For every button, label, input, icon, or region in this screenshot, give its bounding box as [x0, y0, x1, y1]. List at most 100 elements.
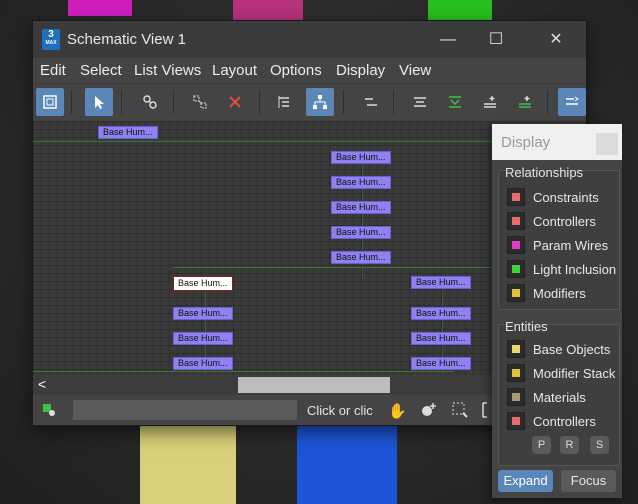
menu-bar: Edit Select List Views Layout Options Di…	[33, 58, 586, 83]
select-children-button[interactable]	[476, 88, 504, 116]
schematic-node[interactable]: Base Hum...	[411, 332, 471, 345]
schematic-node[interactable]: Base Hum...	[411, 307, 471, 320]
scrollbar-thumb[interactable]	[238, 377, 390, 393]
swatch-color	[512, 289, 520, 297]
toggle-label: Modifiers	[533, 285, 586, 301]
maximize-button[interactable]: ☐	[473, 21, 519, 58]
toolbar-separator	[343, 90, 344, 114]
scroll-left-arrow[interactable]: <	[38, 376, 46, 392]
toolbar	[33, 83, 586, 121]
entity-controllers-toggle[interactable]: Controllers	[507, 411, 596, 431]
toggle-label: Controllers	[533, 213, 596, 229]
display-floater-button[interactable]	[36, 88, 64, 116]
swatch-color	[512, 265, 520, 273]
toggle-label: Modifier Stack	[533, 365, 616, 381]
display-panel-title-bar[interactable]: Display	[492, 124, 622, 160]
light-inclusion-toggle[interactable]: Light Inclusion	[507, 259, 616, 279]
tree-icon	[313, 95, 327, 109]
references-mode-button[interactable]	[306, 88, 334, 116]
swatch-color	[512, 369, 520, 377]
swatch-color	[512, 217, 520, 225]
cursor-arrow-icon	[95, 96, 104, 109]
toggle-label: Materials	[533, 389, 586, 405]
modifiers-toggle[interactable]: Modifiers	[507, 283, 586, 303]
delete-objects-button[interactable]	[221, 88, 249, 116]
color-swatch	[507, 388, 525, 406]
zoom-icon[interactable]	[420, 401, 438, 422]
preferences-button[interactable]	[558, 88, 586, 116]
r-filter-button[interactable]: R	[560, 436, 579, 454]
swatch-color	[512, 193, 520, 201]
move-children-button[interactable]	[356, 88, 384, 116]
materials-toggle[interactable]: Materials	[507, 387, 586, 407]
swatch-color	[512, 417, 520, 425]
zoom-region-icon[interactable]	[451, 401, 469, 422]
modifier-stack-toggle[interactable]: Modifier Stack	[507, 363, 615, 383]
p-filter-button[interactable]: P	[532, 436, 551, 454]
lock-selection-icon[interactable]	[42, 403, 56, 417]
menu-select[interactable]: Select	[80, 62, 122, 79]
toolbar-separator	[121, 90, 122, 114]
menu-layout[interactable]: Layout	[212, 62, 257, 79]
toolbar-separator	[259, 90, 260, 114]
base-objects-toggle[interactable]: Base Objects	[507, 339, 610, 359]
param-wires-toggle[interactable]: Param Wires	[507, 235, 608, 255]
schematic-node[interactable]: Base Hum...	[98, 126, 158, 139]
schematic-node[interactable]: Base Hum...	[173, 357, 233, 370]
status-prompt: Click or clic	[307, 403, 373, 418]
color-swatch	[507, 212, 525, 230]
color-swatch	[507, 260, 525, 278]
delete-x-icon	[229, 96, 241, 108]
schematic-node[interactable]: Base Hum...	[331, 151, 391, 164]
selected-schematic-node[interactable]: Base Hum...	[173, 276, 233, 291]
collapse-selected-button[interactable]	[441, 88, 469, 116]
pan-hand-icon[interactable]: ✋	[388, 402, 407, 420]
hierarchy-mode-button[interactable]	[270, 88, 298, 116]
entities-label: Entities	[505, 319, 548, 334]
expand-selected-button[interactable]	[406, 88, 434, 116]
color-swatch	[507, 188, 525, 206]
menu-view[interactable]: View	[399, 62, 431, 79]
swatch-color	[512, 393, 520, 401]
window-title: Schematic View 1	[67, 31, 186, 48]
schematic-node[interactable]: Base Hum...	[331, 176, 391, 189]
schematic-node[interactable]: Base Hum...	[173, 332, 233, 345]
expand-button[interactable]: Expand	[498, 470, 553, 492]
unlink-selected-button[interactable]	[186, 88, 214, 116]
connect-button[interactable]	[136, 88, 164, 116]
preferences-icon	[566, 96, 579, 105]
green-box	[428, 0, 492, 22]
title-bar[interactable]: 3 MAX Schematic View 1 — ☐ ✕	[33, 21, 586, 58]
color-swatch	[507, 364, 525, 382]
toggle-label: Param Wires	[533, 237, 609, 253]
menu-options[interactable]: Options	[270, 62, 322, 79]
menu-display[interactable]: Display	[336, 62, 385, 79]
move-children-icon	[365, 98, 377, 106]
focus-button[interactable]: Focus	[561, 470, 616, 492]
menu-list-views[interactable]: List Views	[134, 62, 201, 79]
schematic-node[interactable]: Base Hum...	[411, 357, 471, 370]
controllers-toggle[interactable]: Controllers	[507, 211, 596, 231]
schematic-node[interactable]: Base Hum...	[173, 307, 233, 320]
select-button[interactable]	[85, 88, 113, 116]
schematic-node[interactable]: Base Hum...	[411, 276, 471, 289]
display-panel-title: Display	[501, 134, 551, 151]
toolbar-separator	[393, 90, 394, 114]
collapse-icon	[449, 96, 461, 108]
display-floater-icon	[43, 95, 57, 109]
minimize-button[interactable]: —	[425, 21, 471, 58]
schematic-node[interactable]: Base Hum...	[331, 226, 391, 239]
relationships-label: Relationships	[505, 165, 584, 180]
menu-edit[interactable]: Edit	[40, 62, 66, 79]
toolbar-separator	[173, 90, 174, 114]
display-panel-close-button[interactable]	[596, 133, 618, 155]
constraints-toggle[interactable]: Constraints	[507, 187, 599, 207]
s-filter-button[interactable]: S	[590, 436, 609, 454]
schematic-node[interactable]: Base Hum...	[331, 251, 391, 264]
name-search-field[interactable]	[73, 400, 297, 420]
display-panel: Display Relationships Constraints Contro…	[492, 124, 622, 498]
close-button[interactable]: ✕	[533, 21, 579, 58]
schematic-node[interactable]: Base Hum...	[331, 201, 391, 214]
select-parent-button[interactable]	[511, 88, 539, 116]
link-icon	[143, 95, 157, 109]
